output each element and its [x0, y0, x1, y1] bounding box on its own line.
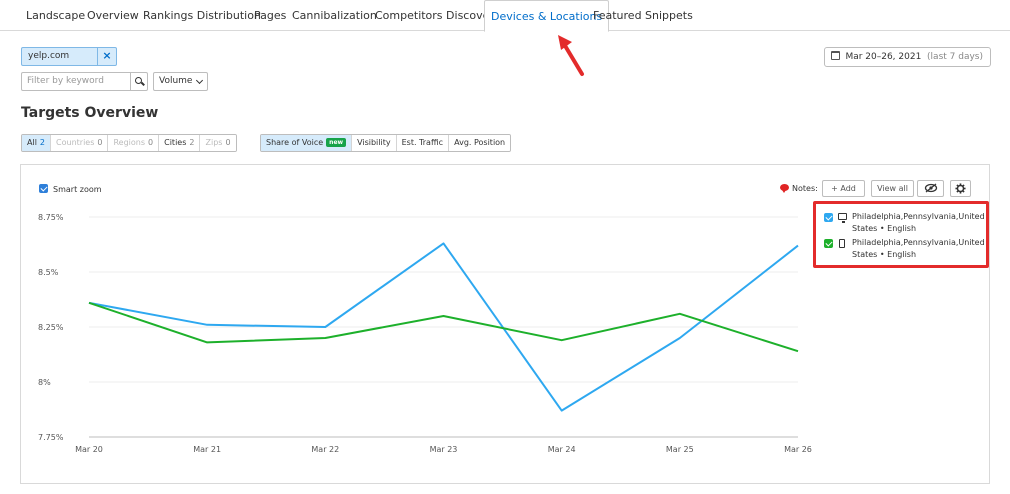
legend-item-mobile[interactable]: Philadelphia,Pennsylvania,United States … [824, 237, 986, 261]
legend-item-desktop[interactable]: Philadelphia,Pennsylvania,United States … [824, 211, 986, 235]
x-tick-label: Mar 25 [666, 445, 694, 454]
chart-legend: Philadelphia,Pennsylvania,United States … [813, 201, 989, 268]
phone-icon [839, 239, 845, 248]
checkbox-icon [824, 239, 833, 248]
x-tick-label: Mar 22 [311, 445, 339, 454]
monitor-icon [838, 213, 847, 223]
checkbox-icon [824, 213, 833, 222]
x-tick-label: Mar 24 [548, 445, 576, 454]
y-tick-label: 8.5% [38, 268, 59, 277]
x-tick-label: Mar 26 [784, 445, 812, 454]
y-tick-label: 8.75% [38, 213, 64, 222]
y-tick-label: 7.75% [38, 433, 64, 442]
x-tick-label: Mar 21 [193, 445, 221, 454]
x-tick-label: Mar 23 [430, 445, 458, 454]
y-tick-label: 8.25% [38, 323, 64, 332]
y-tick-label: 8% [38, 378, 51, 387]
x-tick-label: Mar 20 [75, 445, 103, 454]
